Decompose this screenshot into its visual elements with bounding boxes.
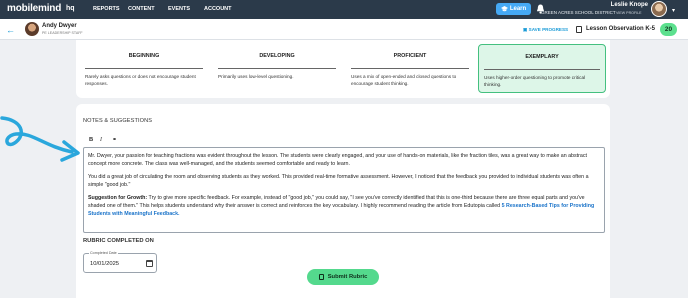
level-description: Rarely asks questions or does not encour… bbox=[85, 74, 196, 87]
staff-role: PE LEADERSHIP STAFF bbox=[42, 31, 83, 35]
level-description: Uses higher-order questioning to promote… bbox=[484, 75, 586, 88]
district-name: GREEN ACRES SCHOOL DISTRICT bbox=[541, 10, 616, 15]
notes-card: NOTES & SUGGESTIONS B I ⚭ Mr. Dwyer, you… bbox=[76, 104, 610, 298]
save-progress-label: SAVE PROGRESS bbox=[528, 27, 569, 32]
rubric-levels-card: BEGINNING Rarely asks questions or does … bbox=[76, 40, 610, 98]
level-title: EXEMPLARY bbox=[525, 54, 559, 60]
date-field-value: 10/01/2025 bbox=[90, 261, 120, 267]
save-progress-button[interactable]: ▣ SAVE PROGRESS bbox=[523, 27, 568, 33]
sub-header: ← Andy Dwyer PE LEADERSHIP STAFF ▣ SAVE … bbox=[0, 19, 688, 40]
notes-paragraph: Mr. Dwyer, your passion for teaching fra… bbox=[88, 153, 587, 168]
level-description: Primarily uses low-level questioning. bbox=[218, 74, 294, 79]
score-badge: 20 bbox=[660, 23, 677, 36]
italic-button[interactable]: I bbox=[100, 137, 102, 143]
divider bbox=[218, 68, 336, 69]
view-profile-link[interactable]: VIEW PROFILE bbox=[616, 11, 642, 15]
level-developing[interactable]: DEVELOPING Primarily uses low-level ques… bbox=[213, 44, 341, 93]
notes-heading: NOTES & SUGGESTIONS bbox=[83, 118, 153, 124]
divider bbox=[351, 68, 469, 69]
top-nav: mobilemind hq REPORTS CONTENT EVENTS ACC… bbox=[0, 0, 688, 19]
calendar-icon[interactable] bbox=[146, 260, 153, 267]
divider bbox=[85, 68, 203, 69]
notes-editor[interactable]: Mr. Dwyer, your passion for teaching fra… bbox=[83, 147, 605, 233]
observation-title: Lesson Observation K-5 bbox=[586, 26, 656, 32]
level-exemplary[interactable]: EXEMPLARY Uses higher-order questioning … bbox=[478, 44, 606, 93]
level-proficient[interactable]: PROFICIENT Uses a mix of open-ended and … bbox=[346, 44, 474, 93]
level-title: DEVELOPING bbox=[259, 53, 295, 59]
staff-avatar bbox=[25, 22, 39, 36]
brand-logo[interactable]: mobilemind bbox=[7, 3, 61, 14]
nav-events[interactable]: EVENTS bbox=[168, 6, 190, 12]
user-name[interactable]: Leslie Knope bbox=[611, 2, 648, 8]
notes-paragraph: Suggestion for Growth: Try to give more … bbox=[88, 194, 600, 218]
learn-button-label: Learn bbox=[509, 6, 527, 12]
level-beginning[interactable]: BEGINNING Rarely asks questions or does … bbox=[80, 44, 208, 93]
annotation-arrow-icon bbox=[0, 116, 80, 162]
level-title: PROFICIENT bbox=[393, 53, 427, 59]
graduation-cap-icon bbox=[500, 6, 508, 12]
date-field-label: Completed Date bbox=[89, 251, 118, 255]
nav-reports[interactable]: REPORTS bbox=[93, 6, 120, 12]
divider bbox=[484, 69, 600, 70]
chevron-down-icon[interactable]: ▾ bbox=[672, 7, 675, 14]
back-arrow-icon[interactable]: ← bbox=[6, 25, 15, 35]
submit-rubric-button[interactable]: Submit Rubric bbox=[307, 269, 379, 285]
learn-button[interactable]: Learn bbox=[496, 3, 531, 15]
completed-heading: RUBRIC COMPLETED ON bbox=[83, 238, 154, 244]
completed-date-field[interactable]: Completed Date 10/01/2025 bbox=[83, 251, 157, 273]
bold-button[interactable]: B bbox=[89, 137, 93, 143]
submit-label: Submit Rubric bbox=[327, 274, 368, 280]
document-icon bbox=[576, 26, 582, 33]
staff-name: Andy Dwyer bbox=[42, 23, 77, 29]
link-icon[interactable]: ⚭ bbox=[112, 137, 117, 143]
brand-logo-suffix: hq bbox=[66, 5, 75, 12]
level-description: Uses a mix of open-ended and closed ques… bbox=[351, 74, 457, 87]
user-avatar[interactable] bbox=[651, 1, 667, 17]
level-title: BEGINNING bbox=[128, 53, 160, 59]
suggestion-label: Suggestion for Growth: bbox=[88, 195, 148, 202]
nav-account[interactable]: ACCOUNT bbox=[204, 6, 232, 12]
notes-paragraph: You did a great job of circulating the r… bbox=[88, 174, 589, 189]
nav-content[interactable]: CONTENT bbox=[128, 6, 155, 12]
document-icon bbox=[318, 274, 324, 280]
